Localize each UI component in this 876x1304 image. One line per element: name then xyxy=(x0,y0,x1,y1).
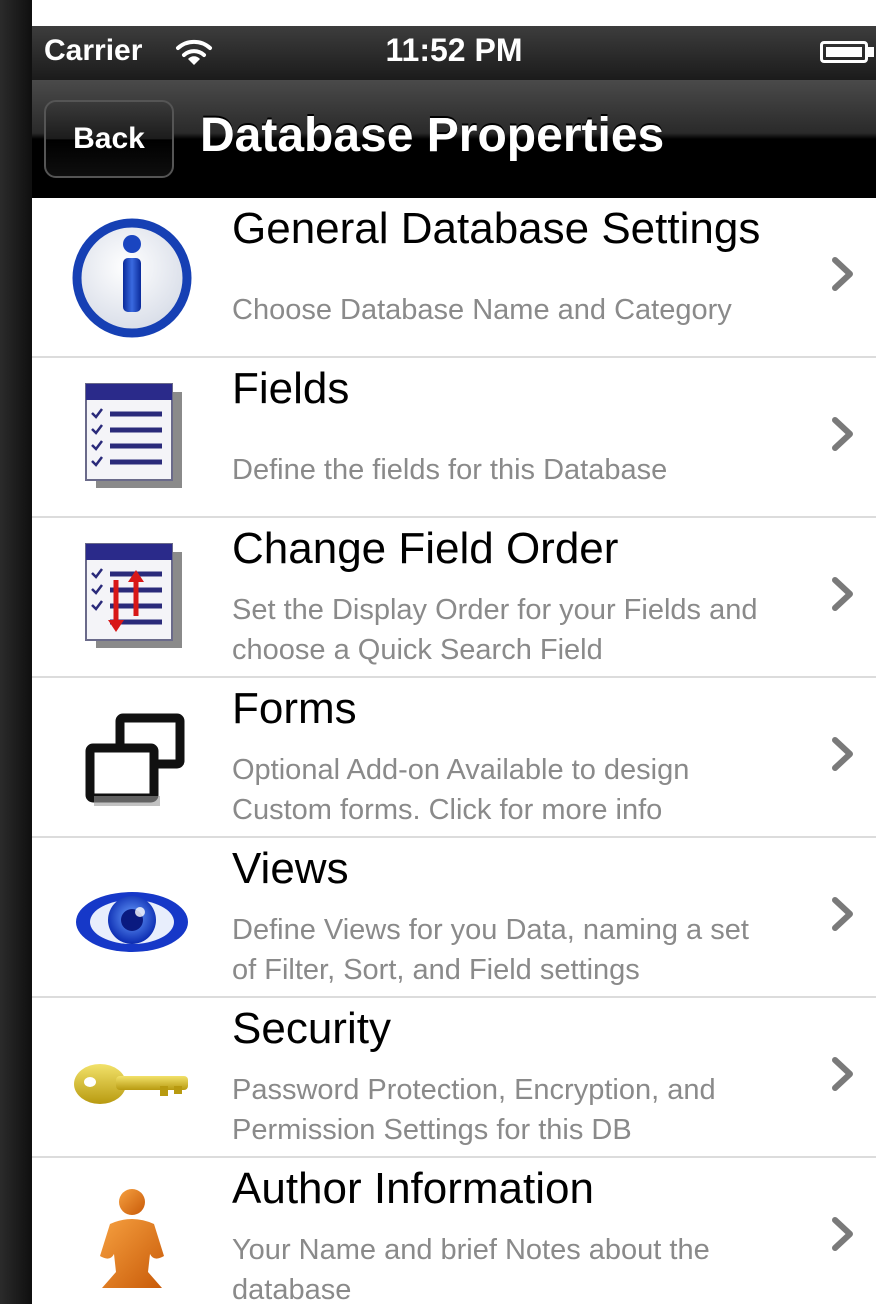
row-title: General Database Settings xyxy=(232,204,761,253)
row-subtitle: Define the fields for this Database xyxy=(232,454,668,486)
row-title: Security xyxy=(232,1004,391,1053)
person-icon xyxy=(70,1176,194,1300)
row-subtitle: Set the Display Order for your Fields an… xyxy=(232,594,758,666)
back-button[interactable]: Back xyxy=(44,100,174,178)
row-subtitle: Choose Database Name and Category xyxy=(232,294,732,326)
row-change-field-order[interactable]: Change Field Order Set the Display Order… xyxy=(32,518,876,678)
row-subtitle: Define Views for you Data, naming a set … xyxy=(232,914,749,986)
chevron-right-icon xyxy=(832,1217,853,1251)
phone-screen: Carrier 11:52 PM Back Database Propertie… xyxy=(32,26,876,1304)
properties-list: General Database Settings Choose Databas… xyxy=(32,198,876,1304)
row-fields[interactable]: Fields Define the fields for this Databa… xyxy=(32,358,876,518)
eye-icon xyxy=(70,856,194,980)
chevron-right-icon xyxy=(832,417,853,451)
chevron-right-icon xyxy=(832,1057,853,1091)
chevron-right-icon xyxy=(832,257,853,291)
row-forms[interactable]: Forms Optional Add-on Available to desig… xyxy=(32,678,876,838)
device-top-bezel xyxy=(0,0,876,26)
row-title: Change Field Order xyxy=(232,524,619,573)
row-subtitle: Optional Add-on Available to design Cust… xyxy=(232,754,690,826)
row-security[interactable]: Security Password Protection, Encryption… xyxy=(32,998,876,1158)
key-icon xyxy=(70,1016,194,1140)
chevron-right-icon xyxy=(832,577,853,611)
row-title: Author Information xyxy=(232,1164,594,1213)
device-left-bezel xyxy=(0,0,32,1304)
row-author-information[interactable]: Author Information Your Name and brief N… xyxy=(32,1158,876,1304)
status-bar: Carrier 11:52 PM xyxy=(32,26,876,80)
navigation-bar: Back Database Properties xyxy=(32,80,876,199)
status-time: 11:52 PM xyxy=(385,32,523,68)
battery-icon xyxy=(820,41,868,63)
field-order-icon xyxy=(70,536,194,660)
chevron-right-icon xyxy=(832,897,853,931)
forms-windows-icon xyxy=(70,696,194,820)
row-views[interactable]: Views Define Views for you Data, naming … xyxy=(32,838,876,998)
row-subtitle: Your Name and brief Notes about the data… xyxy=(232,1234,710,1304)
row-title: Views xyxy=(232,844,349,893)
row-subtitle: Password Protection, Encryption, and Per… xyxy=(232,1074,716,1146)
row-title: Fields xyxy=(232,364,350,413)
row-general-database-settings[interactable]: General Database Settings Choose Databas… xyxy=(32,198,876,358)
chevron-right-icon xyxy=(832,737,853,771)
battery-tip xyxy=(868,47,874,57)
info-icon xyxy=(70,216,194,340)
fields-list-icon xyxy=(70,376,194,500)
row-title: Forms xyxy=(232,684,357,733)
page-title: Database Properties xyxy=(200,109,665,162)
